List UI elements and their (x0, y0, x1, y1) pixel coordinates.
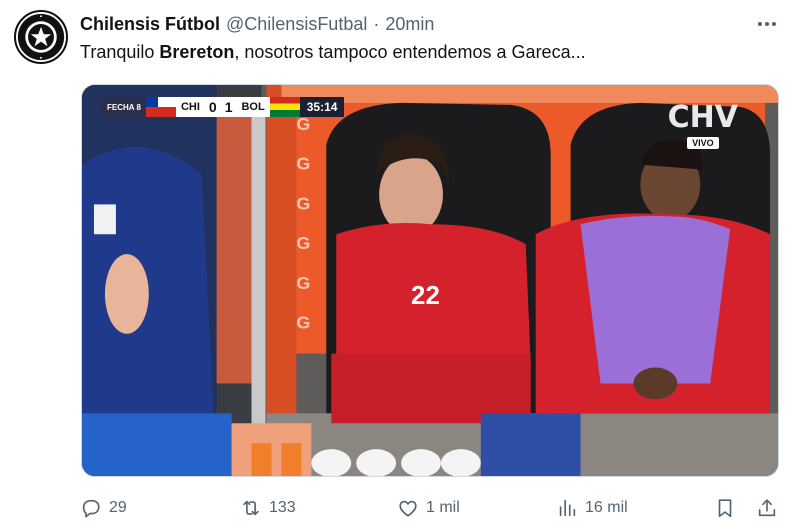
user-handle[interactable]: @ChilensisFutbal (226, 14, 367, 35)
tweet-text-before: Tranquilo (80, 42, 160, 62)
tweet-header: Chilensis Fútbol @ChilensisFutbal · 20mi… (80, 12, 434, 36)
share-icon (758, 499, 776, 517)
separator-dot: · (373, 13, 380, 34)
reply-count: 29 (109, 499, 127, 516)
svg-text:22: 22 (411, 282, 440, 310)
svg-text:G: G (296, 273, 310, 293)
timestamp[interactable]: 20min (385, 14, 434, 35)
scorebug: FECHA 8 CHI 0 1 BOL 35:14 (102, 97, 345, 117)
share-button[interactable] (756, 494, 778, 522)
views-chart-icon (559, 499, 576, 517)
action-bar: 29 133 1 mil 16 mil (80, 494, 780, 522)
reply-button[interactable]: 29 (80, 494, 127, 522)
reply-icon (82, 499, 100, 518)
avatar[interactable] (14, 10, 68, 64)
dot-icon (758, 22, 762, 26)
dot-icon (765, 22, 769, 26)
tweet-media-image[interactable]: G G G G G G 22 FECHA 8 CHI 0 1 BOL 35:14… (81, 84, 779, 477)
bolivia-flag-icon (269, 97, 300, 117)
views-count: 16 mil (585, 499, 628, 516)
svg-text:G: G (296, 154, 310, 174)
dot-icon (772, 22, 776, 26)
like-count: 1 mil (426, 499, 460, 516)
bookmark-icon (718, 499, 732, 518)
scorebug-away-score: 1 (220, 97, 237, 117)
repost-button[interactable]: 133 (240, 494, 296, 522)
views-button[interactable]: 16 mil (556, 494, 628, 522)
svg-text:G: G (296, 193, 310, 213)
chile-flag-icon (145, 97, 176, 117)
repost-icon (243, 500, 259, 516)
like-button[interactable]: 1 mil (397, 494, 460, 522)
tweet-text-after: , nosotros tampoco entendemos a Gareca..… (234, 42, 586, 62)
svg-text:G: G (296, 313, 310, 333)
tweet-text: Tranquilo Brereton, nosotros tampoco ent… (80, 42, 586, 63)
channel-logo-mark: CHV (667, 100, 738, 135)
bookmark-button[interactable] (714, 494, 736, 522)
federation-crest-icon (17, 13, 65, 61)
display-name[interactable]: Chilensis Fútbol (80, 14, 220, 35)
scorebug-home-score: 0 (204, 97, 221, 117)
more-options-button[interactable] (754, 12, 780, 36)
svg-text:G: G (296, 233, 310, 253)
scorebug-home-team: CHI (175, 97, 205, 117)
tweet-text-bold: Brereton (159, 42, 235, 62)
channel-logo: CHV VIVO (668, 103, 738, 151)
heart-icon (399, 500, 417, 517)
live-badge: VIVO (687, 137, 719, 149)
scorebug-fecha: FECHA 8 (102, 97, 146, 117)
scorebug-clock: 35:14 (299, 97, 345, 117)
repost-count: 133 (269, 499, 296, 516)
scorebug-away-team: BOL (236, 97, 270, 117)
